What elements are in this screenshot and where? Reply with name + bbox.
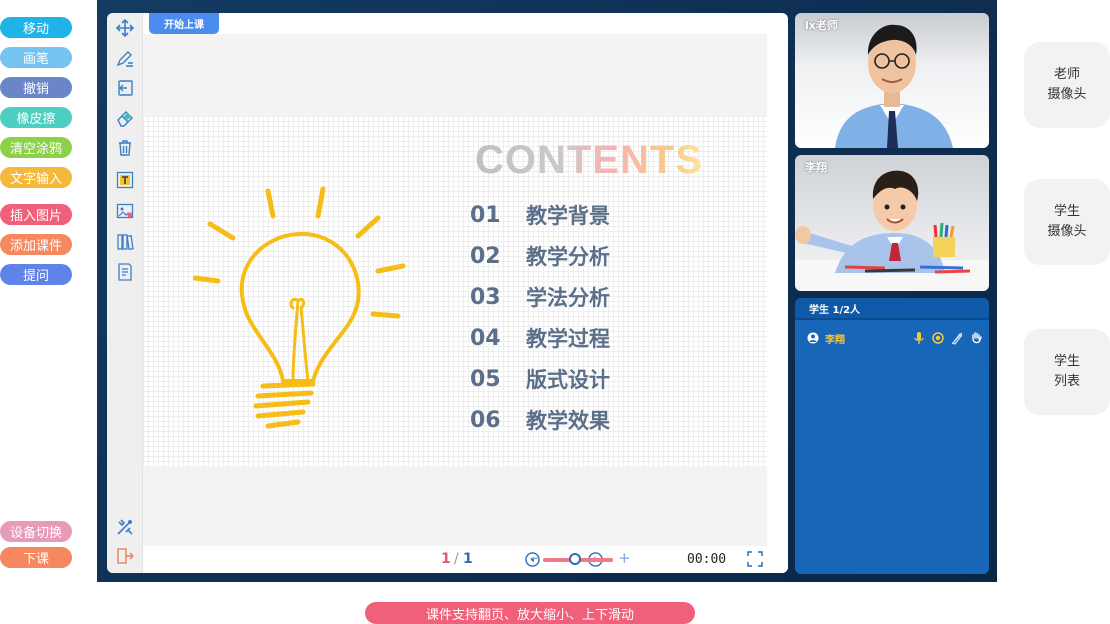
teacher-name: lx老师 bbox=[805, 19, 838, 32]
toc-number: 05 bbox=[470, 366, 501, 392]
tool-sidebar bbox=[107, 13, 143, 573]
callout-move: 移动 bbox=[0, 17, 72, 38]
text-icon[interactable] bbox=[113, 168, 137, 192]
toc-text: 教学效果 bbox=[526, 409, 610, 433]
callout-device-switch: 设备切换 bbox=[0, 521, 72, 542]
toc-number: 04 bbox=[470, 325, 501, 351]
toc-item: 06 教学效果 bbox=[470, 405, 610, 435]
page-current: 1 bbox=[441, 551, 451, 567]
toc-text: 学法分析 bbox=[526, 286, 610, 310]
student-list-header: 学生 1/2人 bbox=[795, 298, 989, 320]
callout-student-camera: 学生 摄像头 bbox=[1024, 179, 1110, 265]
toc-number: 03 bbox=[470, 284, 501, 310]
courseware-icon[interactable] bbox=[113, 230, 137, 254]
page-separator: / bbox=[454, 551, 459, 567]
toc-number: 06 bbox=[470, 407, 501, 433]
trash-icon[interactable] bbox=[113, 136, 137, 160]
pen-icon[interactable] bbox=[113, 46, 137, 70]
callout-question: 提问 bbox=[0, 264, 72, 285]
lightbulb-icon bbox=[193, 186, 406, 429]
exit-icon[interactable] bbox=[113, 544, 137, 568]
toc-number: 01 bbox=[470, 202, 501, 228]
page-total: 1 bbox=[463, 551, 473, 567]
student-video bbox=[795, 170, 989, 291]
student-name: 李翔 bbox=[825, 334, 845, 346]
toc-item: 02 教学分析 bbox=[470, 241, 610, 271]
class-timer: 00:00 bbox=[687, 552, 727, 567]
callout-clear: 清空涂鸦 bbox=[0, 137, 72, 158]
move-icon[interactable] bbox=[113, 16, 137, 40]
callout-teacher-camera: 老师 摄像头 bbox=[1024, 42, 1110, 128]
slide-content: CONTENTS 01 教学背景 02 教学分析 03 学法分析 04 教学过程 bbox=[143, 116, 767, 466]
tab-start-class[interactable]: 开始上课 bbox=[149, 13, 219, 34]
draw-permission-icon[interactable] bbox=[951, 330, 963, 345]
fullscreen-icon[interactable] bbox=[747, 551, 763, 567]
callout-student-list: 学生 列表 bbox=[1024, 329, 1110, 415]
callout-pen: 画笔 bbox=[0, 47, 72, 68]
zoom-in-button[interactable]: + bbox=[618, 549, 631, 567]
student-list-panel: 学生 1/2人 李翔 bbox=[795, 298, 989, 574]
question-icon[interactable] bbox=[113, 260, 137, 284]
raise-hand-icon[interactable] bbox=[970, 330, 982, 344]
zoom-out-button[interactable]: − bbox=[529, 549, 542, 567]
student-camera-name: 李翔 bbox=[805, 161, 827, 174]
slide-controls: 1 / 1 − + 00:00 bbox=[143, 546, 788, 573]
callout-end-class: 下课 bbox=[0, 547, 72, 568]
contents-title: CONTENTS bbox=[475, 138, 703, 182]
classroom-app: 开始上课 CONTENTS 01 教学背景 02 教学分析 03 学法分析 04… bbox=[97, 0, 997, 582]
image-icon[interactable] bbox=[113, 199, 137, 223]
callout-undo: 撤销 bbox=[0, 77, 72, 98]
student-list-item[interactable]: 李翔 bbox=[807, 330, 982, 346]
whiteboard: 开始上课 CONTENTS 01 教学背景 02 教学分析 03 学法分析 04… bbox=[107, 13, 788, 573]
eraser-icon[interactable] bbox=[113, 106, 137, 130]
toc-number: 02 bbox=[470, 243, 501, 269]
zoom-slider-handle[interactable] bbox=[568, 553, 581, 565]
toc-item: 04 教学过程 bbox=[470, 323, 610, 353]
device-switch-icon[interactable] bbox=[113, 515, 137, 539]
toc-text: 版式设计 bbox=[526, 368, 610, 392]
feature-caption: 课件支持翻页、放大缩小、上下滑动 bbox=[365, 602, 695, 624]
student-camera[interactable]: 李翔 bbox=[795, 155, 989, 291]
undo-icon[interactable] bbox=[113, 76, 137, 100]
teacher-camera[interactable]: lx老师 bbox=[795, 13, 989, 148]
toc-text: 教学分析 bbox=[526, 245, 610, 269]
callout-text: 文字输入 bbox=[0, 167, 72, 188]
toc-item: 05 版式设计 bbox=[470, 364, 610, 394]
courseware-slide[interactable]: CONTENTS 01 教学背景 02 教学分析 03 学法分析 04 教学过程 bbox=[143, 34, 767, 546]
teacher-video bbox=[835, 24, 953, 148]
toc-item: 01 教学背景 bbox=[470, 200, 610, 230]
camera-icon[interactable] bbox=[932, 330, 944, 344]
callout-eraser: 橡皮擦 bbox=[0, 107, 72, 128]
microphone-icon[interactable] bbox=[913, 330, 925, 344]
callout-insert-image: 插入图片 bbox=[0, 204, 72, 225]
user-icon bbox=[807, 332, 819, 344]
toc-item: 03 学法分析 bbox=[470, 282, 610, 312]
toc-text: 教学背景 bbox=[526, 204, 610, 228]
toc-text: 教学过程 bbox=[526, 327, 610, 351]
callout-add-courseware: 添加课件 bbox=[0, 234, 72, 255]
